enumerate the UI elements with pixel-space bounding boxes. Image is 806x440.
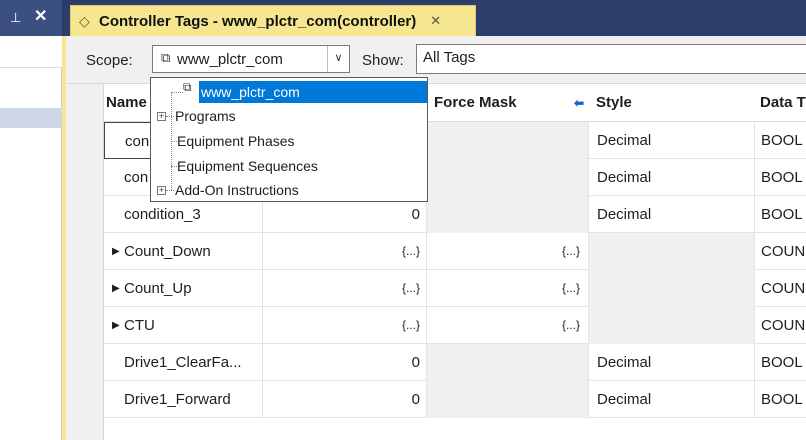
tag-value-cell[interactable]: 0 bbox=[262, 344, 426, 381]
tag-force-mask-cell bbox=[426, 344, 588, 381]
tag-value-cell[interactable]: {...} bbox=[262, 270, 426, 307]
tag-data-type-cell[interactable]: COUN bbox=[754, 233, 806, 270]
table-row[interactable]: Drive1_Forward 0 Decimal BOOL bbox=[66, 381, 806, 418]
tag-name-text: Count_Down bbox=[124, 243, 211, 260]
table-row[interactable]: Drive1_ClearFa... 0 Decimal BOOL bbox=[66, 344, 806, 381]
tag-name-cell[interactable]: Drive1_ClearFa... bbox=[104, 344, 262, 381]
sort-arrow-icon: ⬅ bbox=[574, 96, 585, 110]
document-tab-bar: ◇ Controller Tags - www_plctr_com(contro… bbox=[62, 0, 806, 36]
left-pane-header: ⊥ ✕ bbox=[0, 0, 62, 36]
dropdown-item-controller[interactable]: www_plctr_com bbox=[199, 81, 427, 103]
expand-arrow-icon[interactable]: ▶ bbox=[112, 233, 120, 270]
tag-value-cell[interactable]: {...} bbox=[262, 233, 426, 270]
tag-name-cell[interactable]: ▶ Count_Up bbox=[104, 270, 262, 307]
controller-icon: ⧉ bbox=[161, 50, 171, 65]
table-row[interactable] bbox=[66, 418, 806, 440]
dropdown-item-add-on-instructions[interactable]: Add-On Instructions bbox=[175, 178, 425, 202]
table-row[interactable]: ▶ CTU {...} {...} COUN bbox=[66, 307, 806, 344]
tag-value-cell[interactable]: 0 bbox=[262, 381, 426, 418]
tag-name-text: Count_Up bbox=[124, 280, 192, 297]
row-header[interactable] bbox=[66, 270, 104, 307]
tag-data-type-cell[interactable]: COUN bbox=[754, 307, 806, 344]
tag-data-type-cell[interactable]: COUN bbox=[754, 270, 806, 307]
chevron-down-icon[interactable]: ∨ bbox=[327, 46, 349, 72]
tag-force-mask-cell bbox=[426, 159, 588, 196]
dropdown-item-equipment-sequences[interactable]: Equipment Sequences bbox=[177, 154, 425, 178]
tag-name-cell[interactable]: ▶ Count_Down bbox=[104, 233, 262, 270]
tag-data-type-cell[interactable]: BOOL bbox=[754, 344, 806, 381]
tag-force-mask-cell bbox=[426, 122, 588, 159]
tree-line bbox=[166, 190, 174, 191]
table-row[interactable]: ▶ Count_Down {...} {...} COUN bbox=[66, 233, 806, 270]
row-header[interactable] bbox=[66, 381, 104, 418]
tag-force-mask-cell: {...} bbox=[426, 270, 588, 307]
column-header-data-type[interactable]: Data T bbox=[760, 84, 806, 122]
tree-line bbox=[171, 92, 183, 93]
scope-combobox[interactable]: ⧉ www_plctr_com ∨ bbox=[152, 45, 350, 73]
tag-style-cell[interactable]: Decimal bbox=[588, 344, 754, 381]
dropdown-item-programs[interactable]: Programs bbox=[175, 104, 425, 128]
tag-icon: ◇ bbox=[79, 12, 90, 29]
close-icon[interactable]: ✕ bbox=[34, 8, 47, 26]
expand-plus-icon[interactable]: + bbox=[157, 112, 166, 121]
tag-force-mask-cell: {...} bbox=[426, 233, 588, 270]
tag-force-mask-cell bbox=[426, 196, 588, 233]
tag-style-cell[interactable]: Decimal bbox=[588, 122, 754, 159]
tag-name-cell[interactable]: ▶ CTU bbox=[104, 307, 262, 344]
left-pane-selected-item[interactable] bbox=[0, 108, 62, 128]
column-header-force-mask[interactable]: Force Mask bbox=[434, 84, 544, 122]
tag-force-mask-cell bbox=[426, 381, 588, 418]
row-header[interactable] bbox=[66, 233, 104, 270]
tag-style-cell[interactable]: Decimal bbox=[588, 196, 754, 233]
tab-title: Controller Tags - www_plctr_com(controll… bbox=[99, 12, 417, 30]
expand-plus-icon[interactable]: + bbox=[157, 186, 166, 195]
tag-data-type-cell[interactable]: BOOL bbox=[754, 159, 806, 196]
row-header[interactable] bbox=[66, 122, 104, 159]
tree-line bbox=[166, 116, 174, 117]
left-docked-pane: ⊥ ✕ bbox=[0, 0, 62, 440]
tab-controller-tags[interactable]: ◇ Controller Tags - www_plctr_com(contro… bbox=[70, 5, 476, 36]
tag-style-cell[interactable]: Decimal bbox=[588, 159, 754, 196]
column-header-style[interactable]: Style bbox=[596, 84, 676, 122]
controller-icon: ⧉ bbox=[183, 80, 192, 94]
tag-style-cell[interactable]: Decimal bbox=[588, 381, 754, 418]
row-header[interactable] bbox=[66, 344, 104, 381]
tag-name-cell[interactable]: Drive1_Forward bbox=[104, 381, 262, 418]
show-label: Show: bbox=[362, 52, 404, 69]
row-header[interactable] bbox=[66, 307, 104, 344]
dropdown-item-equipment-phases[interactable]: Equipment Phases bbox=[177, 129, 425, 153]
tag-data-type-cell[interactable]: BOOL bbox=[754, 381, 806, 418]
scope-label: Scope: bbox=[86, 52, 133, 69]
tag-data-type-cell[interactable]: BOOL bbox=[754, 122, 806, 159]
tag-force-mask-cell: {...} bbox=[426, 307, 588, 344]
expand-arrow-icon[interactable]: ▶ bbox=[112, 270, 120, 307]
tag-name-text: CTU bbox=[124, 317, 155, 334]
expand-arrow-icon[interactable]: ▶ bbox=[112, 307, 120, 344]
show-filter-field[interactable]: All Tags bbox=[416, 44, 806, 74]
tag-style-cell bbox=[588, 307, 754, 344]
left-pane-toolbar bbox=[0, 36, 62, 68]
table-row[interactable]: ▶ Count_Up {...} {...} COUN bbox=[66, 270, 806, 307]
tab-close-icon[interactable]: ✕ bbox=[430, 13, 441, 29]
row-header[interactable] bbox=[66, 159, 104, 196]
pin-icon[interactable]: ⊥ bbox=[10, 10, 21, 26]
row-header[interactable] bbox=[66, 418, 104, 440]
tag-style-cell bbox=[588, 233, 754, 270]
tag-data-type-cell[interactable]: BOOL bbox=[754, 196, 806, 233]
scope-dropdown-list: ⧉ www_plctr_com + Programs Equipment Pha… bbox=[150, 77, 428, 202]
row-header[interactable] bbox=[66, 196, 104, 233]
scope-value: www_plctr_com bbox=[177, 51, 283, 68]
tag-style-cell bbox=[588, 270, 754, 307]
tag-value-cell[interactable]: {...} bbox=[262, 307, 426, 344]
row-header-corner bbox=[66, 84, 104, 122]
